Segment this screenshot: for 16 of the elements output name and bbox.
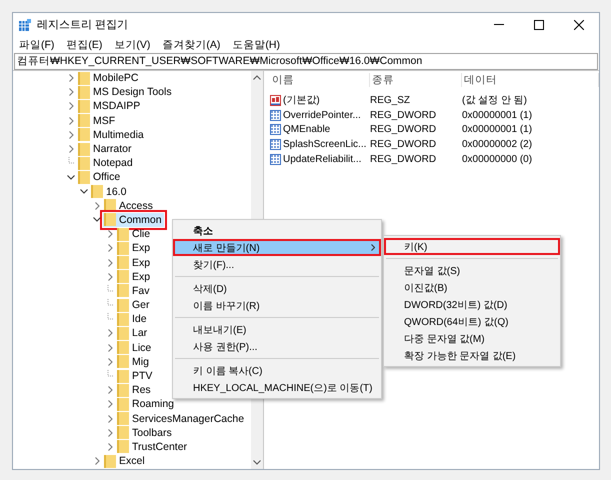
value-type-cell-text: REG_DWORD [370,124,438,136]
value-data-cell-text: 0x00000000 (0) [462,154,534,166]
value-name: SplashScreenLic... [283,139,366,150]
value-name: (기본값) [283,94,320,108]
value-data-cell-text: 0x00000001 (1) [462,124,534,136]
value-data-cell-text: (값 설정 안 됨) [462,94,528,108]
value-type-cell-text: REG_DWORD [370,154,438,166]
value-data-cell-text: 0x00000002 (2) [462,139,534,150]
window-title: 레지스트리 편집기 [37,18,130,32]
value-data-cell-text: 0x00000001 (1) [462,110,534,121]
value-name: UpdateReliabilit... [283,154,362,166]
value-name: QMEnable [283,124,330,136]
value-name: OverridePointer... [283,110,361,121]
value-type-cell-text: REG_DWORD [370,139,438,150]
value-type-cell-text: REG_SZ [370,94,412,106]
value-type-cell-text: REG_DWORD [370,110,438,121]
